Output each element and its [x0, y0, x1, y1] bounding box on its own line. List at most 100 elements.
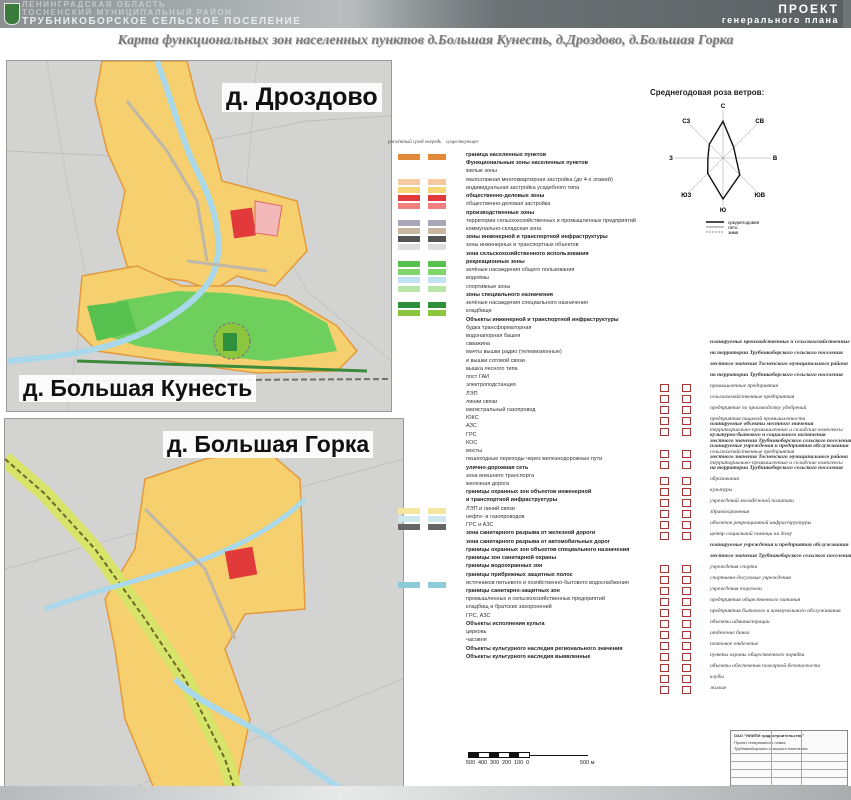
legend-label: кладбище	[466, 308, 492, 315]
side-legend-label: учреждения спорта	[710, 564, 758, 570]
side-legend-label: спортивно-досуговые учреждения	[710, 575, 791, 581]
legend-label: зоны инженерной и транспортной инфрастру…	[466, 234, 608, 241]
scale-end-label: 500 м	[580, 760, 595, 766]
side-legend-item: центр социальной помощи на дому	[660, 530, 850, 541]
legend-label: скважина	[466, 341, 490, 348]
side-legend-item: сельскохозяйственные предприятия	[660, 393, 850, 404]
legend-swatch	[398, 186, 420, 193]
project-title: ПРОЕКТ	[778, 2, 839, 16]
side-legend-item: местного значения Тосненского муниципаль…	[660, 453, 850, 464]
legend-label: ЛЭП	[466, 390, 478, 397]
legend-swatch	[398, 507, 420, 514]
wind-rose-direction-label: СВ	[755, 119, 764, 125]
header-banner: ЛЕНИНГРАДСКАЯ ОБЛАСТЬ ТОСНЕНСКИЙ МУНИЦИП…	[0, 0, 851, 28]
map-drozdovo-kunest[interactable]: д. Дроздово д. Большая Кунесть	[6, 60, 392, 412]
map-gorka[interactable]: д. Большая Горка	[4, 418, 404, 792]
facility-icon	[660, 587, 669, 595]
legend-label: зона санитарного разрыва от автомобильны…	[466, 538, 611, 545]
legend-swatch	[398, 277, 420, 284]
wind-rose-legend-label: зима	[728, 230, 739, 235]
scale-tick-label: 300	[490, 760, 500, 766]
legend-label: промышленных и сельскохозяйственных пред…	[466, 596, 606, 603]
side-legend-label: клубы	[710, 674, 724, 680]
scale-tick-label: 200	[502, 760, 512, 766]
facility-icon-existing	[682, 521, 691, 529]
facility-icon	[660, 598, 669, 606]
map-canvas	[7, 61, 391, 411]
legend-label: Объекты культурного наследия регионально…	[466, 645, 623, 652]
facility-icon-existing	[682, 609, 691, 617]
facility-icon	[660, 499, 669, 507]
legend-label: КОС	[466, 439, 478, 446]
village-label-gorka: д. Большая Горка	[163, 431, 374, 458]
legend-label: границы охранных зон объектов инженерной	[466, 489, 592, 496]
legend-label: АЗС	[466, 423, 477, 430]
legend-label: электроподстанция	[466, 382, 516, 389]
wind-rose-direction-label: С	[721, 104, 726, 110]
legend-label: будка трансформаторная	[466, 324, 532, 331]
coat-of-arms-icon	[4, 3, 20, 25]
side-legend-label: предприятия бытового и коммунального обс…	[710, 608, 841, 614]
facility-icon	[660, 395, 669, 403]
legend-swatch-existing	[428, 581, 446, 588]
legend-label: зелёные насаждения специального назначен…	[466, 300, 588, 307]
wind-rose-direction-label: В	[773, 156, 778, 162]
legend-label: мосты	[466, 448, 483, 455]
legend-label: линии связи	[466, 398, 498, 405]
legend-label: нефте- и газопроводов	[466, 513, 525, 520]
side-legend-item: планируемые производственные и сельскохо…	[660, 338, 851, 349]
legend-label: жилые зоны	[466, 168, 498, 175]
legend-swatch-existing	[428, 524, 446, 531]
legend-swatch	[398, 269, 420, 276]
side-legend-item: промышленные предприятия	[660, 382, 850, 393]
facility-icon-existing	[682, 565, 691, 573]
side-legend-item: на территории Трубникоборского сельского…	[660, 464, 850, 475]
facility-icon	[660, 631, 669, 639]
legend-label: магистральный газопровод	[466, 407, 536, 413]
side-legend-item: учреждения торговли	[660, 585, 850, 596]
legend-swatch	[398, 154, 420, 160]
side-legend-item: предприятие по производству удобрений	[660, 404, 850, 415]
title-block: ОАО "НИИПИ градостроительства" Проект ге…	[730, 730, 848, 794]
wind-rose-direction-label: Ю	[720, 208, 726, 214]
wind-rose-direction-label: СЗ	[682, 119, 690, 125]
footer-strip	[0, 786, 851, 800]
legend-label: границы зон санитарной охраны	[466, 555, 557, 562]
facility-icon-existing	[682, 384, 691, 392]
village-label-drozdovo: д. Дроздово	[222, 83, 382, 112]
legend-label: границы прибрежных защитных полос	[466, 571, 573, 578]
side-legend-item: учреждений молодёжной политики	[660, 497, 850, 508]
scale-tick-label: 400	[478, 760, 488, 766]
facility-icon	[660, 406, 669, 414]
side-legend-label: культурно-бытового и социального назначе…	[710, 432, 826, 438]
side-legend-label: планируемые учреждения и предприятия обс…	[710, 443, 849, 449]
side-legend-item: клубы	[660, 673, 850, 684]
scale-tick-label: 0	[526, 760, 530, 766]
side-legend-item: предприятия общественного питания	[660, 596, 850, 607]
legend-label: границы охранных зон объектов специально…	[466, 546, 630, 553]
side-legend-item: пункты охраны общественного порядка	[660, 651, 850, 662]
stamp-org: ОАО "НИИПИ градостроительства"	[734, 733, 805, 738]
side-legend-item: жилые	[660, 684, 850, 695]
legend-swatch	[398, 260, 420, 267]
facility-icon	[660, 565, 669, 573]
side-legend-item: здравоохранения	[660, 508, 850, 519]
facility-icon-existing	[682, 686, 691, 694]
legend-label: зоны специального назначения	[466, 291, 554, 298]
legend-swatch-existing	[428, 310, 446, 317]
wind-rose-polygon	[706, 119, 741, 201]
facility-icon	[660, 384, 669, 392]
legend-label: зелёные насаждения общего пользования	[466, 267, 575, 274]
side-legend-item: планируемые объекты местного значения	[660, 420, 850, 431]
legend-label: спортивные зоны	[466, 283, 511, 290]
facility-icon	[660, 675, 669, 683]
side-legend-label: объектов рекреационной инфраструктуры	[710, 520, 812, 526]
map-legend: расчётный срок I очередь существующее гр…	[388, 140, 636, 660]
project-subtitle: генерального плана	[721, 15, 839, 25]
page-title: Карта функциональных зон населенных пунк…	[117, 33, 734, 48]
facility-icon	[660, 642, 669, 650]
legend-swatch	[398, 302, 420, 309]
legend-swatch-existing	[428, 178, 446, 185]
legend-swatch-existing	[428, 186, 446, 193]
legend-label: малоэтажная многоквартирная застройка (д…	[466, 176, 613, 183]
